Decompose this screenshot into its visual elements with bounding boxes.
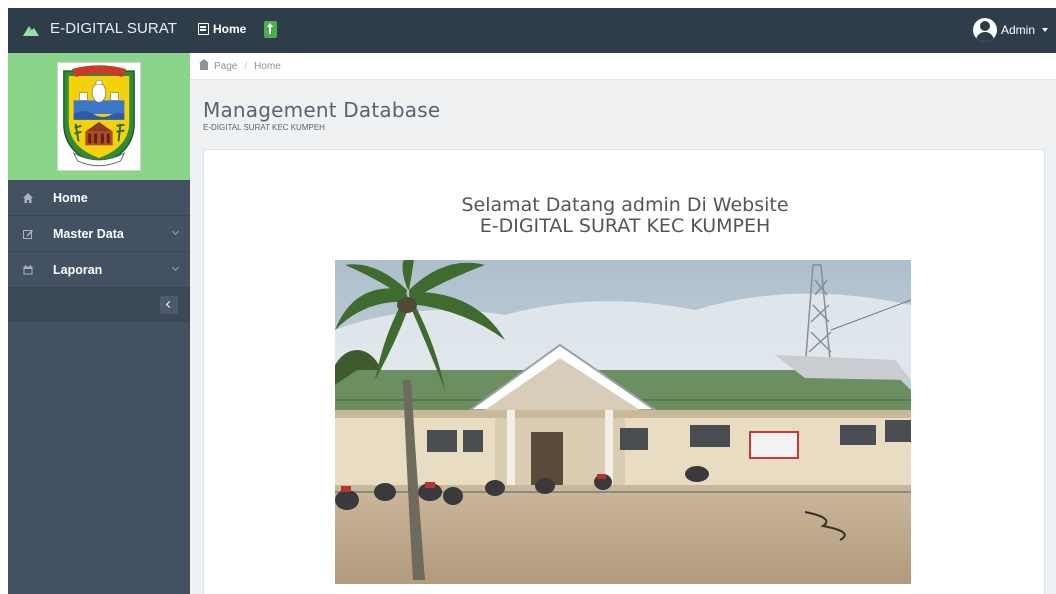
page-title: Management Database	[203, 98, 441, 122]
caret-down-icon	[1042, 28, 1048, 32]
sidebar-item-master-data[interactable]: Master Data	[8, 216, 190, 252]
sidebar-collapse-bar	[8, 288, 190, 322]
chevron-down-icon	[171, 227, 180, 236]
breadcrumb-item-home: Home	[254, 60, 281, 72]
page-subtitle: E-DIGITAL SURAT KEC KUMPEH	[203, 123, 325, 132]
welcome-message: Selamat Datang admin Di Website E-DIGITA…	[204, 195, 1046, 237]
home-icon	[23, 193, 33, 203]
brand-name: E-DIGITAL SURAT	[50, 20, 178, 37]
avatar	[972, 18, 997, 42]
upload-button[interactable]	[264, 21, 277, 38]
welcome-line-2: E-DIGITAL SURAT KEC KUMPEH	[479, 215, 771, 237]
regional-emblem	[57, 62, 141, 171]
sidebar-nav: Home Master Data Laporan	[8, 180, 190, 288]
sidebar-logo-area	[8, 53, 190, 180]
calendar-icon	[23, 265, 33, 275]
sidebar-collapse-button[interactable]	[160, 296, 178, 314]
breadcrumb: Page / Home	[190, 53, 1056, 80]
topnav-home-label: Home	[213, 22, 247, 36]
office-photo-illustration	[335, 260, 911, 584]
brand[interactable]: E-DIGITAL SURAT	[8, 8, 190, 53]
emblem-crest-icon	[63, 65, 135, 167]
sidebar-item-label: Master Data	[53, 227, 124, 241]
welcome-line-1: Selamat Datang admin Di Website	[461, 194, 789, 216]
welcome-panel: Selamat Datang admin Di Website E-DIGITA…	[203, 149, 1045, 594]
edit-icon	[23, 230, 33, 239]
user-name: Admin	[1000, 23, 1035, 37]
sidebar-item-label: Home	[53, 191, 88, 205]
sidebar-item-laporan[interactable]: Laporan	[8, 252, 190, 288]
office-building-photo	[335, 260, 911, 584]
main-content: Page / Home Management Database E-DIGITA…	[190, 53, 1056, 594]
app-window: E-DIGITAL SURAT Home Admin Home Master D…	[8, 8, 1056, 594]
user-menu[interactable]: Admin	[972, 18, 1048, 42]
sidebar: Home Master Data Laporan	[8, 53, 190, 594]
sidebar-item-label: Laporan	[53, 263, 103, 277]
top-navbar: E-DIGITAL SURAT Home Admin	[8, 8, 1056, 53]
dashboard-icon	[198, 23, 209, 35]
sidebar-item-home[interactable]: Home	[8, 180, 190, 216]
home-icon	[199, 58, 209, 70]
breadcrumb-item-page[interactable]: Page	[214, 61, 237, 72]
topnav-home-link[interactable]: Home	[198, 22, 246, 36]
brand-logo-icon	[23, 26, 39, 36]
breadcrumb-separator: /	[244, 60, 248, 72]
chevron-down-icon	[171, 263, 180, 272]
